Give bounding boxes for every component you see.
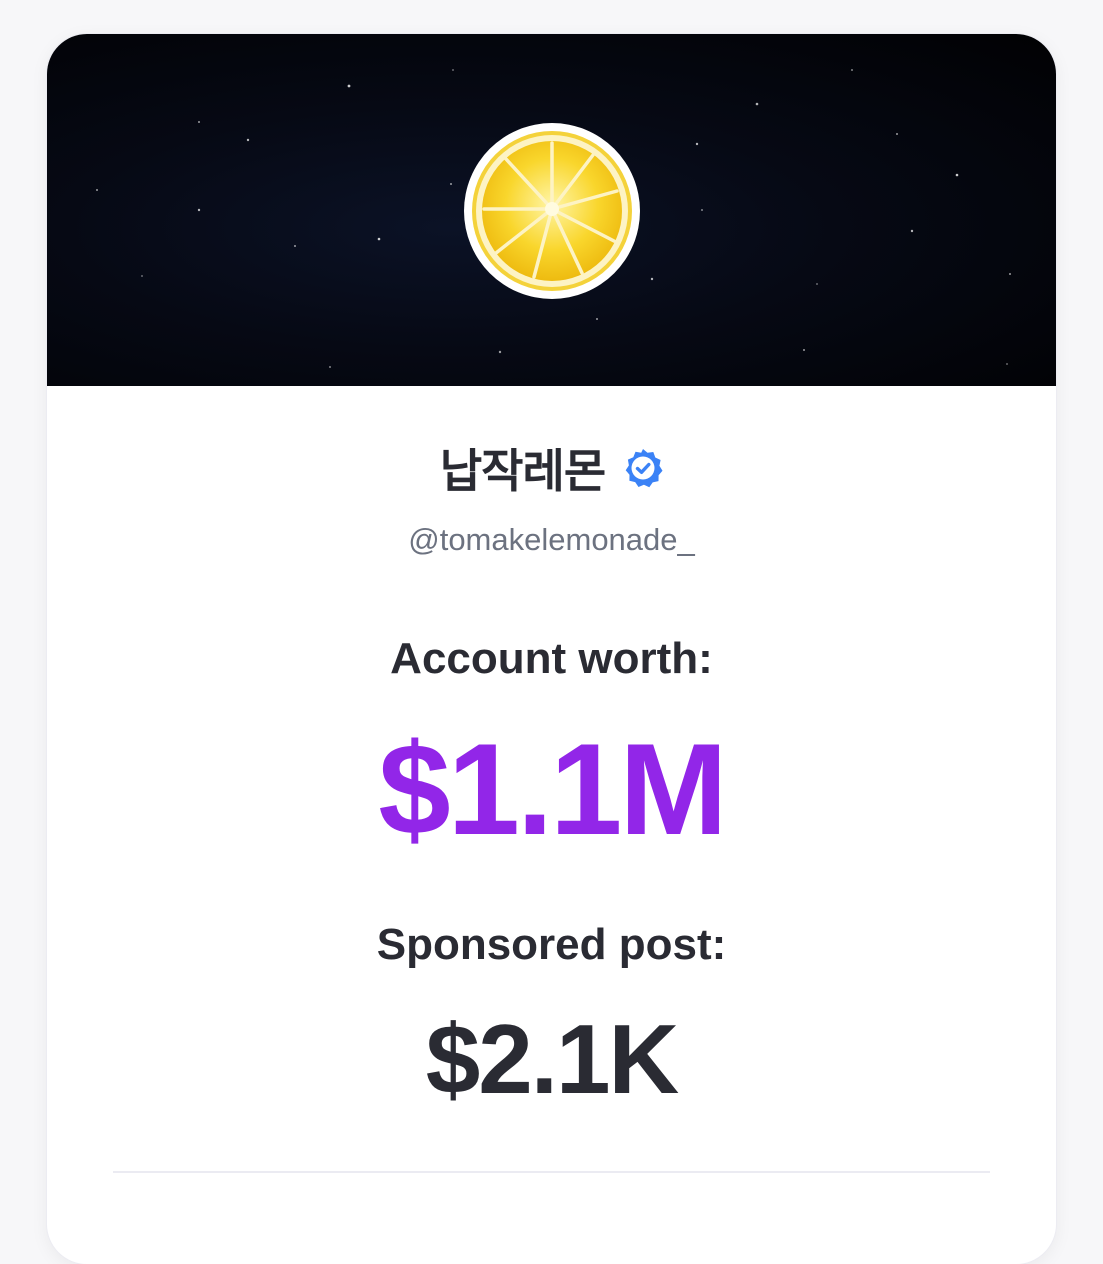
display-name: 납작레몬 (439, 444, 606, 498)
display-name-row: 납작레몬 (47, 436, 1056, 500)
lemon-slice-icon (468, 127, 636, 295)
account-worth-label: Account worth: (390, 634, 713, 683)
profile-card: 납작레몬 @tomakelemonade_ Account worth: $1.… (47, 34, 1056, 1264)
avatar[interactable] (464, 123, 640, 299)
account-worth-value: $1.1M (378, 716, 727, 862)
profile-handle: @tomakelemonade_ (408, 522, 695, 557)
divider (113, 1171, 990, 1173)
starry-banner (47, 34, 1056, 386)
sponsored-post-label: Sponsored post: (376, 920, 727, 969)
sponsored-post-value: $2.1K (425, 1004, 680, 1114)
verified-badge-icon (625, 449, 663, 488)
